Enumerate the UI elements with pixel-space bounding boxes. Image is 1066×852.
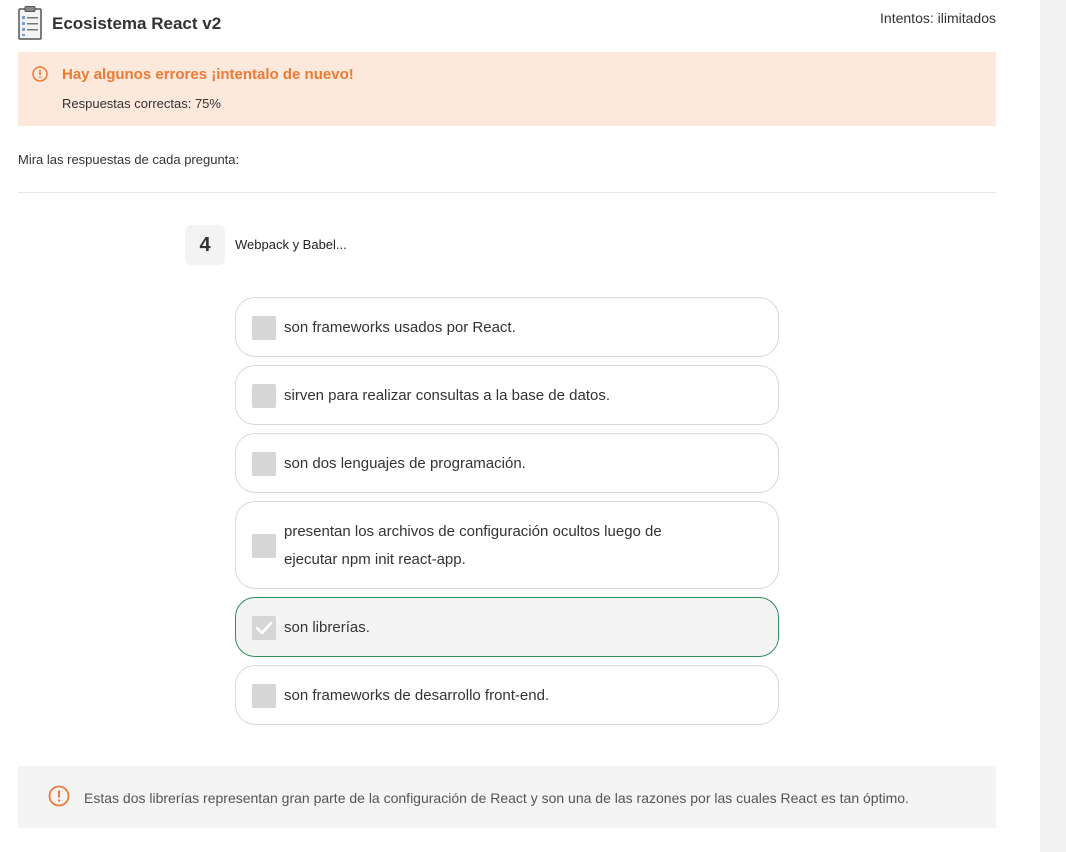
checkbox[interactable] [252, 452, 276, 476]
error-banner: Hay algunos errores ¡intentalo de nuevo!… [18, 52, 996, 126]
checkbox[interactable] [252, 384, 276, 408]
question-number: 4 [185, 225, 225, 265]
feedback-box: Estas dos librerías representan gran par… [18, 766, 996, 828]
attempts-label: Intentos: ilimitados [880, 10, 996, 26]
option-label: son librerías. [284, 619, 370, 636]
checkbox[interactable] [252, 534, 276, 558]
option-label: son frameworks usados por React. [284, 319, 516, 336]
feedback-text: Estas dos librerías representan gran par… [84, 790, 909, 806]
info-circle-icon [48, 785, 70, 807]
option-label: sirven para realizar consultas a la base… [284, 387, 611, 404]
answer-option[interactable]: presentan los archivos de configuración … [235, 501, 779, 589]
answer-option[interactable]: son frameworks usados por React. [235, 297, 779, 357]
checkbox[interactable] [252, 316, 276, 340]
question-text: Webpack y Babel... [235, 237, 347, 252]
checkbox-checked[interactable] [252, 616, 276, 640]
right-scroll-gutter [1040, 0, 1066, 852]
checkbox[interactable] [252, 684, 276, 708]
quiz-header: Ecosistema React v2 Intentos: ilimitados [18, 6, 996, 42]
divider [18, 192, 996, 193]
instruction-text: Mira las respuestas de cada pregunta: [18, 152, 240, 167]
answer-option[interactable]: son frameworks de desarrollo front-end. [235, 665, 779, 725]
answer-option[interactable]: son dos lenguajes de programación. [235, 433, 779, 493]
clipboard-icon [18, 6, 42, 40]
option-label: presentan los archivos de configuración … [284, 523, 662, 568]
answer-option[interactable]: sirven para realizar consultas a la base… [235, 365, 779, 425]
error-title: Hay algunos errores ¡intentalo de nuevo! [62, 66, 354, 83]
option-label: son dos lenguajes de programación. [284, 455, 526, 472]
answer-option-selected[interactable]: son librerías. [235, 597, 779, 657]
warning-circle-icon [32, 66, 48, 82]
quiz-title: Ecosistema React v2 [52, 14, 222, 33]
option-label: son frameworks de desarrollo front-end. [284, 687, 550, 704]
score-text: Respuestas correctas: 75% [62, 96, 221, 111]
checkmark-icon [255, 621, 273, 635]
